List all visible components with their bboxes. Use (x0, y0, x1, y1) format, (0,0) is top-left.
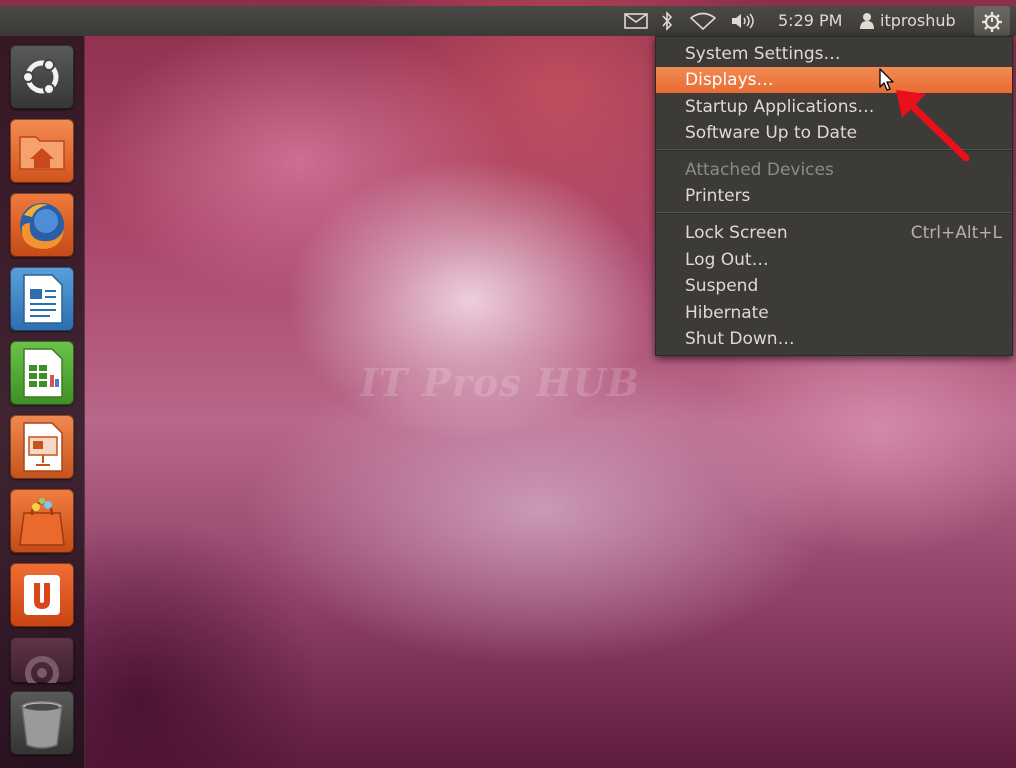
software-center-button[interactable] (10, 489, 74, 553)
bluetooth-icon[interactable] (660, 6, 678, 36)
wifi-icon[interactable] (690, 6, 718, 36)
clock[interactable]: 5:29 PM (778, 6, 842, 36)
menu-item-system-settings[interactable]: System Settings… (656, 41, 1012, 67)
ubuntu-one-button[interactable] (10, 563, 74, 627)
user-icon (860, 13, 874, 29)
firefox-icon (20, 203, 64, 249)
home-folder-button[interactable] (10, 119, 74, 183)
volume-icon[interactable] (730, 6, 758, 36)
ubuntu-logo-icon (22, 59, 59, 95)
trash-icon (21, 701, 63, 749)
trash-button[interactable] (10, 691, 74, 755)
calc-icon (23, 348, 63, 398)
watermark: IT Pros HUB (360, 360, 641, 405)
desktop[interactable]: IT Pros HUB 5:29 PM itproshub System Set… (0, 0, 1016, 768)
dash-home-button[interactable] (10, 45, 74, 109)
software-center-icon (19, 498, 65, 546)
top-panel: 5:29 PM itproshub (0, 6, 1016, 36)
impress-button[interactable] (10, 415, 74, 479)
writer-button[interactable] (10, 267, 74, 331)
settings-icon (25, 656, 59, 683)
menu-item-lock-screen[interactable]: Lock Screen Ctrl+Alt+L (656, 220, 1012, 246)
menu-item-log-out[interactable]: Log Out… (656, 247, 1012, 273)
gear-power-icon (982, 12, 1002, 32)
lock-screen-label: Lock Screen (685, 223, 788, 243)
firefox-button[interactable] (10, 193, 74, 257)
impress-icon (23, 422, 63, 472)
menu-item-suspend[interactable]: Suspend (656, 273, 1012, 299)
launcher (0, 36, 85, 768)
writer-icon (23, 274, 63, 324)
ubuntu-one-icon (24, 575, 60, 615)
mail-icon[interactable] (624, 6, 650, 36)
annotation-arrow-icon (896, 90, 970, 162)
lock-screen-shortcut: Ctrl+Alt+L (910, 223, 1002, 243)
menu-item-hibernate[interactable]: Hibernate (656, 300, 1012, 326)
menu-separator (656, 212, 1012, 214)
username-label: itproshub (880, 11, 956, 30)
menu-item-shut-down[interactable]: Shut Down… (656, 326, 1012, 352)
system-settings-launcher-button[interactable] (10, 637, 74, 683)
home-folder-icon (19, 136, 65, 170)
menu-item-printers[interactable]: Printers (656, 183, 1012, 209)
session-menu-button[interactable] (974, 6, 1010, 36)
calc-button[interactable] (10, 341, 74, 405)
user-menu[interactable]: itproshub (860, 6, 956, 36)
